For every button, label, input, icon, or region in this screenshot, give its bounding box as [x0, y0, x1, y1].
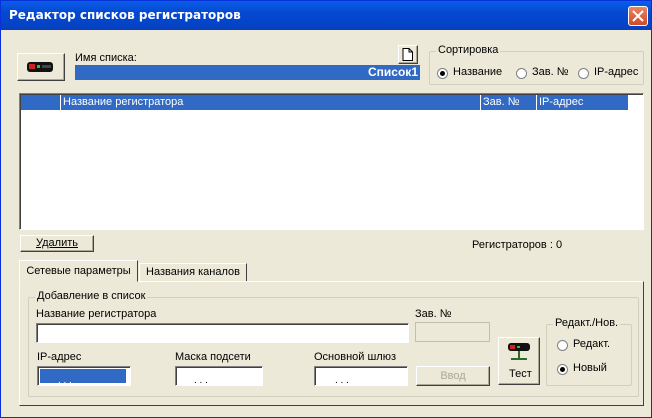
enter-button[interactable]: Ввод: [416, 366, 490, 386]
gateway-placeholder: . . .: [335, 375, 349, 386]
mode-option-new[interactable]: Новый: [573, 362, 607, 374]
recorder-count: Регистраторов : 0: [472, 239, 563, 251]
recorder-device-icon: [27, 62, 53, 72]
gateway-input[interactable]: . . .: [314, 366, 408, 386]
mode-radio-edit[interactable]: [557, 340, 568, 351]
column-header-ip[interactable]: IP-адрес: [537, 95, 628, 110]
delete-button[interactable]: Удалить: [20, 235, 94, 252]
recorders-table[interactable]: Название регистратора Зав. № IP-адрес: [19, 93, 644, 230]
tab-channel-names-label: Названия каналов: [146, 266, 240, 278]
mask-placeholder: . . .: [194, 375, 208, 386]
tab-channel-names[interactable]: Названия каналов: [139, 263, 247, 281]
serial-input[interactable]: [415, 322, 490, 342]
test-button[interactable]: Тест: [498, 337, 540, 385]
network-device-icon: [508, 343, 530, 360]
ip-selection: [40, 369, 126, 383]
new-document-icon: [402, 48, 413, 61]
close-icon: [632, 10, 644, 22]
title-bar[interactable]: Редактор списков регистраторов: [1, 1, 651, 30]
column-header-blank[interactable]: [21, 95, 61, 110]
enter-button-label: Ввод: [440, 370, 466, 382]
sort-radio-name[interactable]: [437, 68, 448, 79]
serial-label: Зав. №: [415, 308, 452, 320]
mode-group: Редакт./Нов.: [546, 317, 632, 386]
subnet-mask-input[interactable]: . . .: [175, 366, 263, 386]
mode-option-edit[interactable]: Редакт.: [573, 338, 610, 350]
list-name-field[interactable]: Список1: [75, 65, 420, 80]
column-header-name[interactable]: Название регистратора: [61, 95, 481, 110]
recorder-button[interactable]: [17, 53, 65, 81]
sort-radio-ip[interactable]: [578, 68, 589, 79]
list-name-label: Имя списка:: [75, 52, 137, 64]
editor-window: Редактор списков регистраторов Имя списк…: [0, 0, 652, 418]
column-header-serial[interactable]: Зав. №: [481, 95, 537, 110]
sort-radio-serial[interactable]: [516, 68, 527, 79]
test-button-label: Тест: [509, 368, 532, 380]
tab-network-params-label: Сетевые параметры: [26, 265, 131, 277]
delete-button-label: Удалить: [36, 237, 78, 249]
tab-network-params[interactable]: Сетевые параметры: [19, 260, 138, 282]
ip-label: IP-адрес: [37, 351, 82, 363]
gateway-label: Основной шлюз: [314, 351, 397, 363]
sort-option-serial[interactable]: Зав. №: [532, 66, 569, 78]
ip-address-input[interactable]: . . .: [37, 366, 131, 386]
table-header: Название регистратора Зав. № IP-адрес: [21, 95, 628, 110]
recorder-name-label: Название регистратора: [36, 308, 157, 320]
new-list-button[interactable]: [398, 45, 418, 64]
add-group-legend: Добавление в список: [35, 290, 148, 302]
recorder-name-input[interactable]: [36, 323, 409, 343]
window-title: Редактор списков регистраторов: [9, 8, 241, 22]
mask-label: Маска подсети: [175, 351, 251, 363]
ip-placeholder: . . .: [58, 375, 72, 386]
mode-radio-new[interactable]: [557, 364, 568, 375]
sort-option-name[interactable]: Название: [453, 66, 502, 78]
sort-option-ip[interactable]: IP-адрес: [594, 66, 638, 78]
sort-legend: Сортировка: [436, 44, 501, 56]
mode-legend: Редакт./Нов.: [553, 317, 621, 329]
close-button[interactable]: [628, 6, 648, 26]
